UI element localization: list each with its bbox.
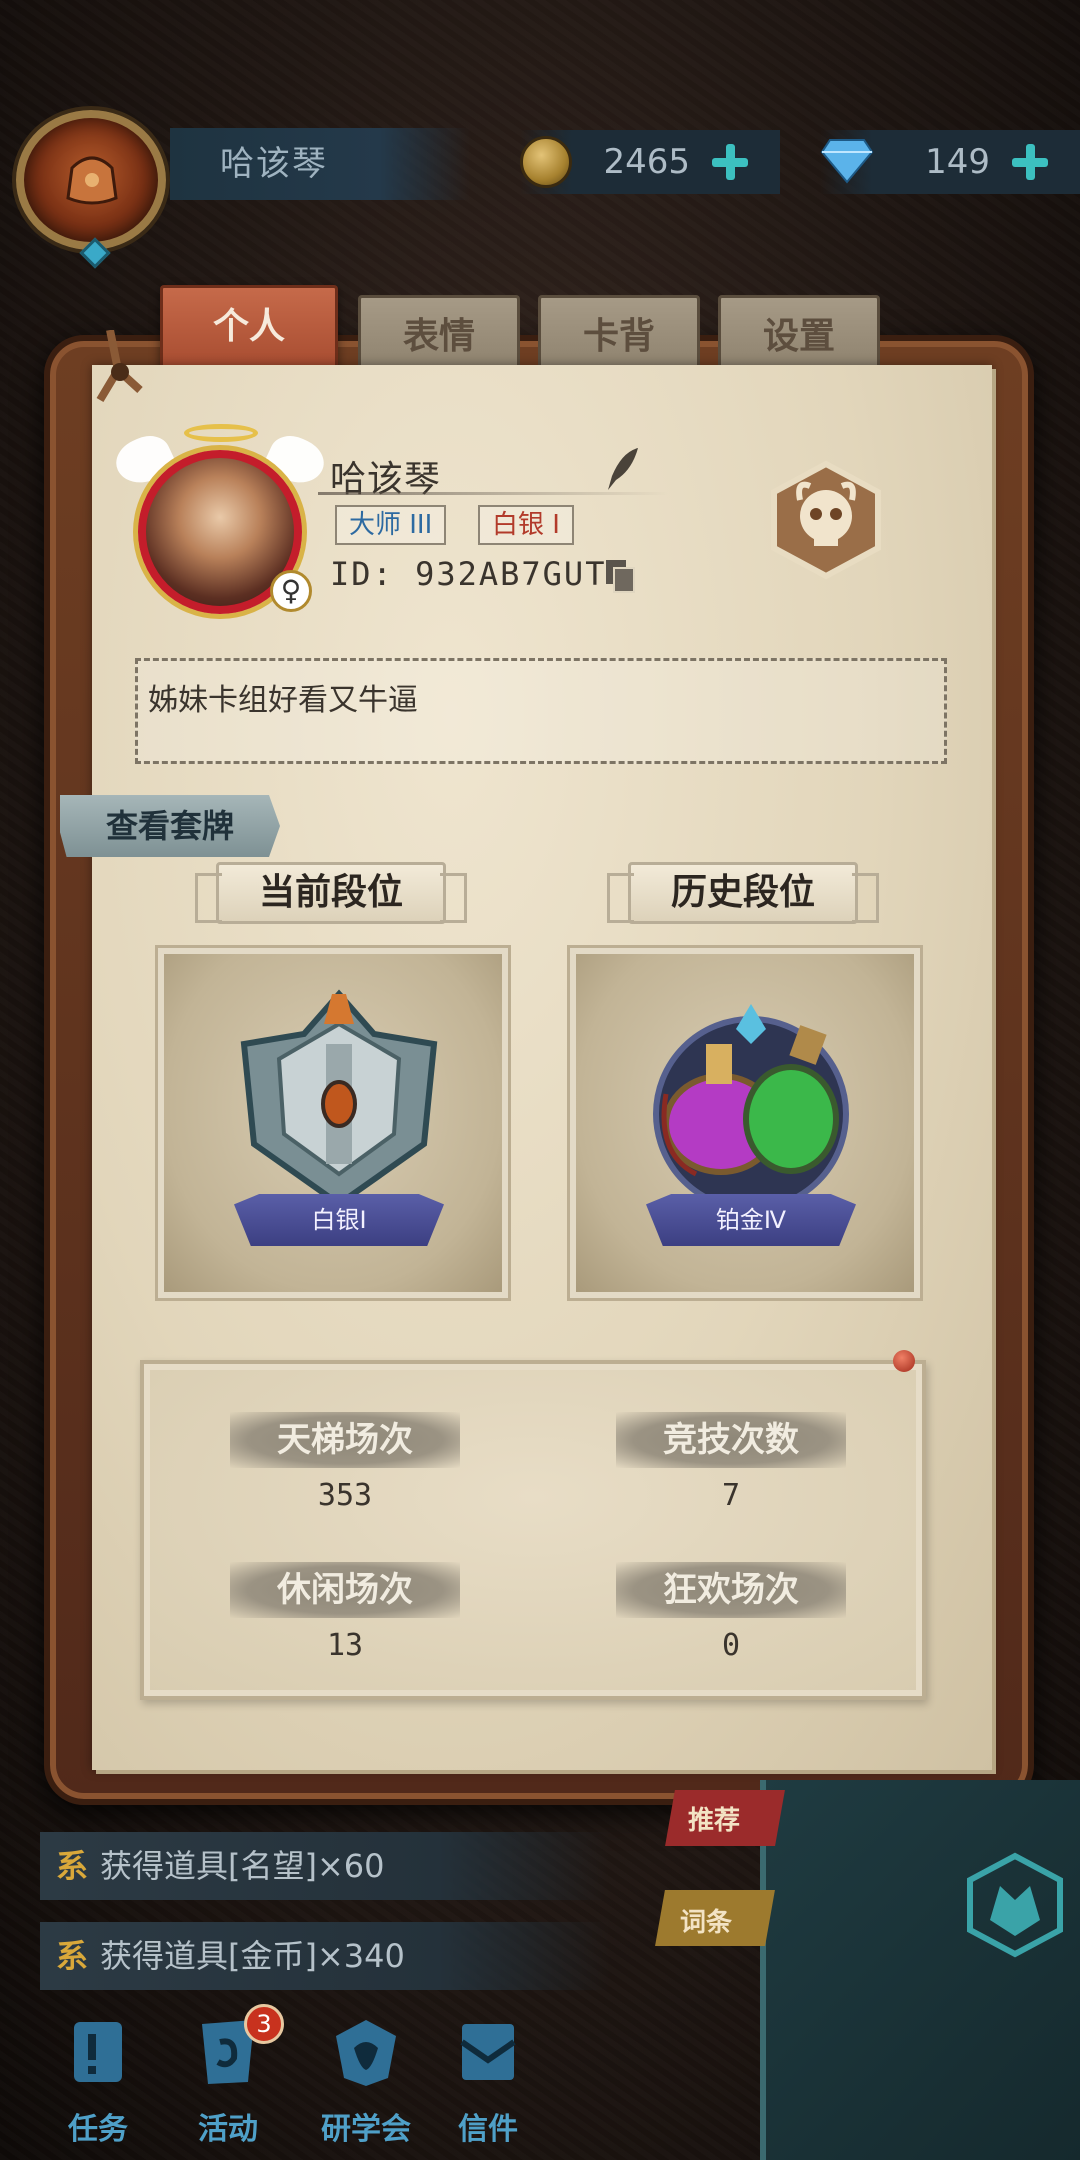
top-bar: 哈该琴 2465 149 — [0, 110, 1080, 269]
casual-games-label: 休闲场次 — [230, 1562, 460, 1618]
current-rank-label: 白银Ⅰ — [234, 1194, 444, 1246]
signature-text[interactable]: 姊妹卡组好看又牛逼 — [135, 658, 947, 764]
arena-count-value: 7 — [721, 1478, 741, 1513]
silver-shield-icon — [240, 989, 438, 1208]
nav-activities[interactable]: 3 活动 — [168, 2004, 288, 2152]
carnival-games-value: 0 — [721, 1628, 741, 1663]
player-emblem[interactable] — [16, 110, 166, 269]
casual-games-value: 13 — [326, 1628, 364, 1663]
system-message: 系获得道具[金币]×340 — [40, 1922, 610, 1990]
bag-icon — [66, 156, 118, 205]
activity-badge: 3 — [244, 2004, 284, 2044]
ladder-games-value: 353 — [317, 1478, 373, 1513]
view-deck-button[interactable]: 查看套牌 — [60, 795, 280, 857]
nav-quests-label: 任务 — [68, 2112, 128, 2147]
carnival-games-label: 狂欢场次 — [616, 1562, 846, 1618]
current-rank-card[interactable]: 白银Ⅰ — [158, 948, 508, 1298]
scroll-icon — [74, 2022, 122, 2082]
system-message: 系获得道具[名望]×60 — [40, 1832, 610, 1900]
side-ribbon-red-label: 推荐 — [688, 1806, 741, 1836]
rank-tag-master: 大师 III — [335, 505, 447, 545]
history-rank-label: 铂金Ⅳ — [646, 1194, 856, 1246]
copy-icon[interactable] — [604, 558, 638, 594]
add-gold-button[interactable] — [710, 142, 750, 182]
skull-class-icon[interactable] — [766, 460, 886, 580]
rank-tag-silver: 白银 I — [478, 505, 574, 545]
wolf-icon — [967, 1852, 1063, 1958]
name-underline — [318, 492, 668, 495]
pushpin-icon — [893, 1350, 915, 1372]
nav-activities-label: 活动 — [198, 2112, 258, 2147]
academy-icon — [336, 2020, 396, 2086]
nav-mail-label: 信件 — [458, 2112, 518, 2147]
nav-academy-label: 研学会 — [321, 2112, 411, 2147]
system-tag: 系 — [56, 1847, 89, 1885]
current-rank-title: 当前段位 — [195, 862, 467, 924]
nav-quests[interactable]: 任务 — [38, 2012, 158, 2152]
nav-mail[interactable]: 信件 — [428, 2012, 548, 2152]
ladder-games-label: 天梯场次 — [230, 1412, 460, 1468]
gem-counter: 149 — [820, 130, 1080, 194]
player-avatar[interactable]: ♀ — [109, 424, 331, 620]
bottom-nav: 任务 3 活动 研学会 信件 — [0, 2000, 1080, 2160]
ribbon-pin-icon — [96, 330, 143, 403]
system-message-text: 获得道具[金币]×340 — [100, 1937, 405, 1975]
mail-icon — [460, 2024, 516, 2080]
edit-quill-icon[interactable] — [602, 446, 642, 492]
halo-icon — [184, 424, 258, 442]
coin-icon — [520, 136, 572, 188]
add-gem-button[interactable] — [1010, 142, 1050, 182]
gold-value: 2465 — [603, 142, 690, 182]
system-tag: 系 — [56, 1937, 89, 1975]
gold-counter: 2465 — [520, 130, 780, 194]
arena-count-label: 竞技次数 — [616, 1412, 846, 1468]
female-icon: ♀ — [270, 570, 312, 612]
player-id: ID: 932AB7GUT — [330, 555, 607, 593]
side-ribbon-gold-label: 词条 — [680, 1908, 733, 1938]
history-rank-title: 历史段位 — [607, 862, 879, 924]
nav-academy[interactable]: 研学会 — [306, 2012, 426, 2152]
system-message-text: 获得道具[名望]×60 — [100, 1847, 385, 1885]
potion-emblem-icon — [653, 1004, 849, 1212]
topbar-player-name: 哈该琴 — [170, 128, 470, 200]
history-rank-card[interactable]: 铂金Ⅳ — [570, 948, 920, 1298]
diamond-icon — [820, 139, 874, 184]
gem-value: 149 — [925, 142, 990, 182]
